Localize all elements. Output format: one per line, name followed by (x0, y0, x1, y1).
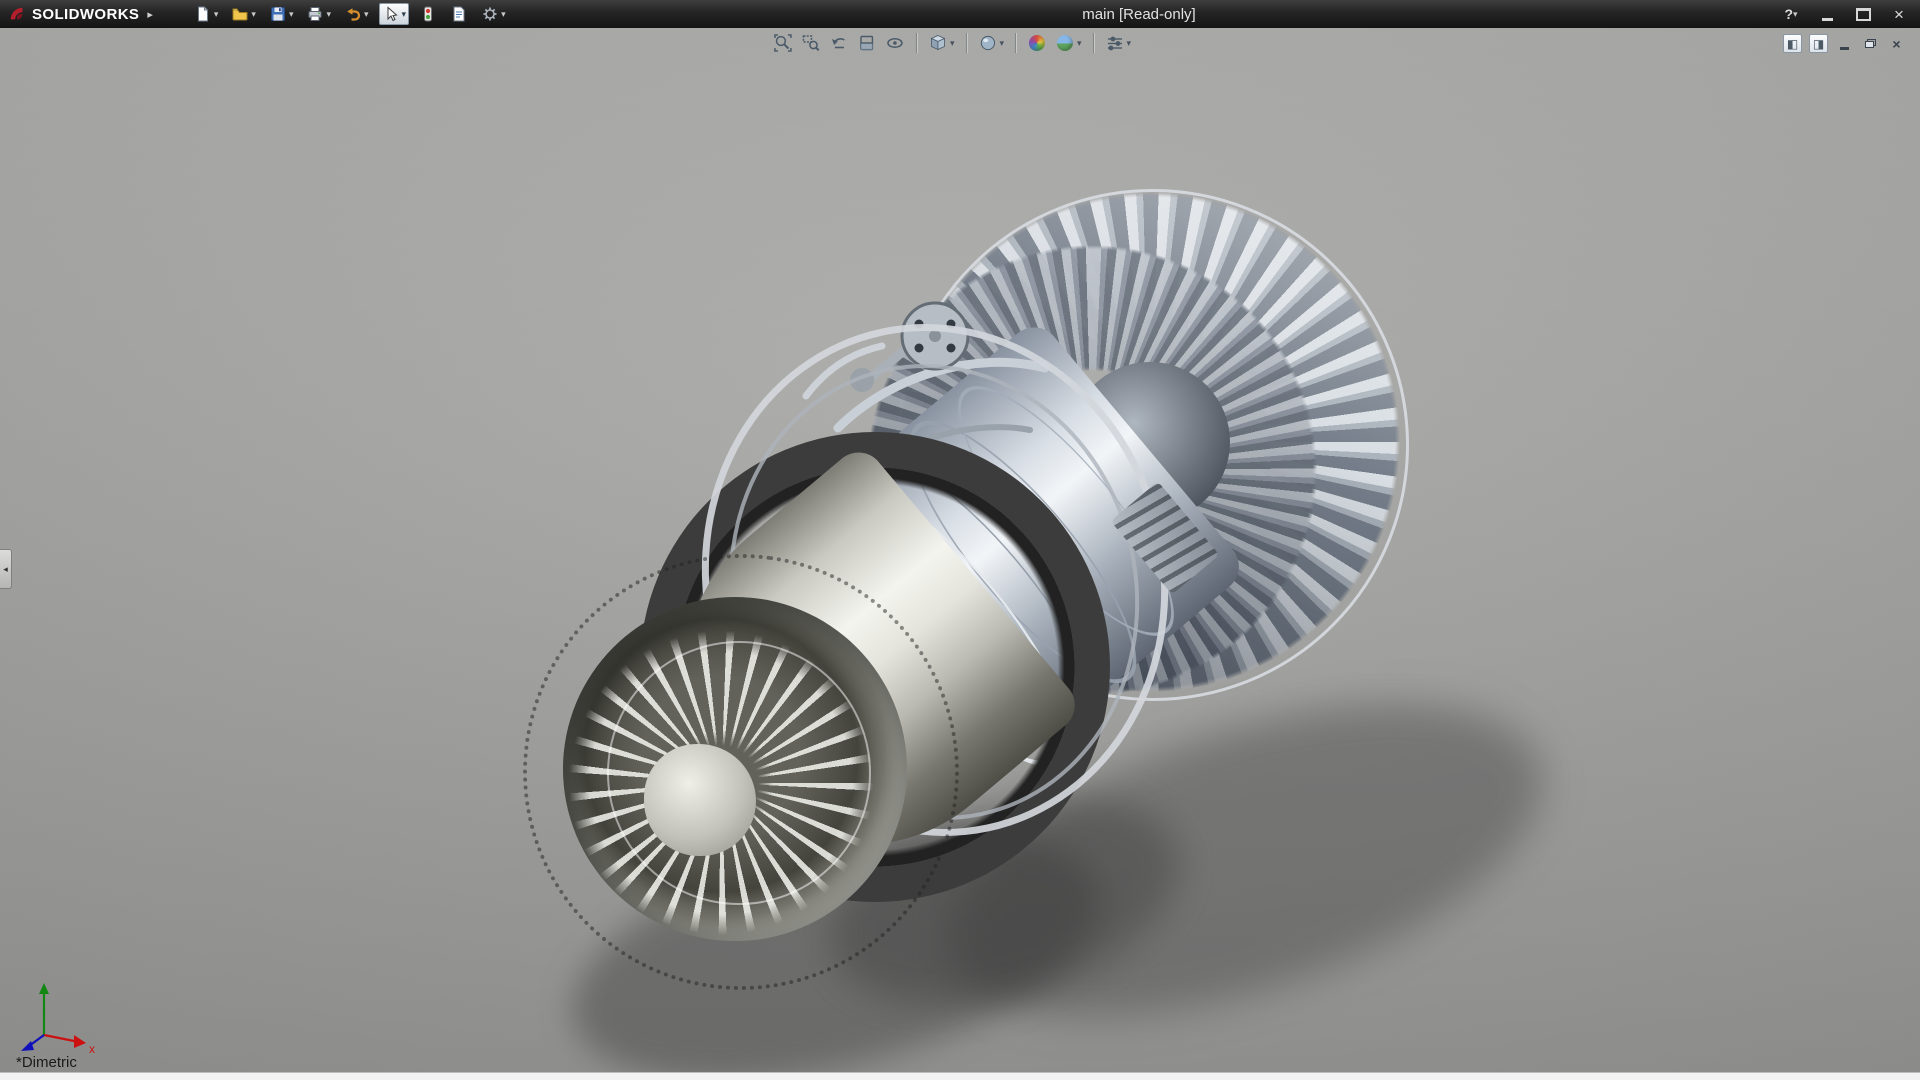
rebuild-traffic-light-icon (419, 5, 437, 23)
options-button[interactable]: ▾ (478, 3, 509, 25)
apply-scene-dropdown-arrow[interactable]: ▾ (1077, 38, 1082, 48)
save-button[interactable]: ▾ (266, 3, 297, 25)
close-button[interactable]: × (1888, 4, 1910, 24)
options-dropdown-arrow[interactable]: ▾ (501, 9, 506, 19)
view-orientation-label: *Dimetric (16, 1054, 77, 1071)
document-minimize-button[interactable] (1835, 34, 1854, 53)
x-axis-arrow (74, 1035, 86, 1048)
pane-toggle-right-button[interactable]: ◨ (1809, 34, 1828, 53)
heads-up-view-toolbar: ▾ ▾ ▾ (771, 32, 1133, 54)
undo-dropdown-arrow[interactable]: ▾ (364, 9, 369, 19)
graphics-area[interactable]: ▾ ▾ ▾ (0, 28, 1920, 1080)
open-folder-icon (231, 5, 249, 23)
print-dropdown-arrow[interactable]: ▾ (326, 9, 331, 19)
feature-manager-collapsed-tab[interactable]: ◂ (0, 549, 12, 589)
undo-button[interactable]: ▾ (341, 3, 372, 25)
file-properties-button[interactable] (447, 3, 471, 25)
view-orientation-button[interactable]: ▾ (926, 32, 957, 54)
options-gear-icon (481, 5, 499, 23)
document-restore-button[interactable] (1861, 34, 1880, 53)
print-icon (306, 5, 324, 23)
minimize-icon (1822, 18, 1833, 21)
view-orientation-dropdown-arrow[interactable]: ▾ (950, 38, 955, 48)
dassault-systemes-logo-icon (8, 5, 26, 23)
print-button[interactable]: ▾ (303, 3, 334, 25)
zoom-to-area-button[interactable] (799, 32, 823, 54)
zoom-to-fit-button[interactable] (771, 32, 795, 54)
eye-icon (885, 33, 905, 53)
pane-left-icon: ◧ (1787, 37, 1798, 51)
zoom-to-fit-icon (773, 33, 793, 53)
pane-toggle-left-button[interactable]: ◧ (1783, 34, 1802, 53)
view-settings-button[interactable]: ▾ (1103, 32, 1134, 54)
document-close-button[interactable]: × (1887, 34, 1906, 53)
solidworks-window: SOLIDWORKS ▸ ▾ ▾ (0, 0, 1920, 1080)
new-dropdown-arrow[interactable]: ▾ (214, 9, 219, 19)
select-cursor-icon (382, 5, 400, 23)
y-axis-arrow (39, 983, 49, 994)
standard-toolbar: ▾ ▾ ▾ (191, 3, 509, 25)
apply-scene-button[interactable]: ▾ (1053, 32, 1084, 54)
collapse-arrow-icon: ◂ (3, 564, 8, 575)
toolbar-separator (1093, 33, 1094, 53)
display-style-dropdown-arrow[interactable]: ▾ (999, 38, 1004, 48)
document-minimize-icon (1840, 47, 1849, 50)
x-axis-label: x (89, 1042, 95, 1056)
display-style-icon (977, 33, 997, 53)
brand-block: SOLIDWORKS (0, 5, 145, 23)
select-button[interactable]: ▾ (379, 3, 410, 25)
toolbar-separator (916, 33, 917, 53)
save-dropdown-arrow[interactable]: ▾ (289, 9, 294, 19)
display-style-button[interactable]: ▾ (975, 32, 1006, 54)
view-settings-dropdown-arrow[interactable]: ▾ (1127, 38, 1132, 48)
title-bar: SOLIDWORKS ▸ ▾ ▾ (0, 0, 1920, 28)
undo-arrow-icon (344, 5, 362, 23)
toolbar-separator (1015, 33, 1016, 53)
toolbar-separator (965, 33, 966, 53)
close-icon: × (1894, 6, 1904, 23)
window-controls: ? ▾ × (1780, 4, 1920, 24)
document-close-icon: × (1892, 37, 1900, 51)
open-dropdown-arrow[interactable]: ▾ (251, 9, 256, 19)
pane-right-icon: ◨ (1813, 37, 1824, 51)
section-view-button[interactable] (855, 32, 879, 54)
document-window-controls: ◧ ◨ × (1783, 34, 1906, 53)
hide-show-items-button[interactable] (883, 32, 907, 54)
apply-scene-icon (1057, 35, 1073, 51)
taskbar-edge (0, 1072, 1920, 1080)
brand-wordmark: SOLIDWORKS (32, 6, 139, 23)
file-properties-icon (450, 5, 468, 23)
select-dropdown-arrow[interactable]: ▾ (402, 9, 407, 19)
jet-engine-model[interactable] (0, 28, 1920, 1080)
minimize-button[interactable] (1816, 4, 1838, 24)
zoom-to-area-icon (801, 33, 821, 53)
previous-view-icon (829, 33, 849, 53)
view-orientation-cube-icon (928, 33, 948, 53)
save-floppy-icon (269, 5, 287, 23)
maximize-icon (1856, 8, 1871, 21)
new-document-icon (194, 5, 212, 23)
new-button[interactable]: ▾ (191, 3, 222, 25)
window-title: main [Read-only] (1082, 6, 1195, 23)
edit-appearance-button[interactable] (1025, 32, 1049, 54)
rebuild-button[interactable] (416, 3, 440, 25)
view-settings-sliders-icon (1105, 33, 1125, 53)
help-button[interactable]: ? ▾ (1780, 4, 1802, 24)
help-icon: ? (1784, 6, 1793, 22)
edit-appearance-ball-icon (1029, 35, 1045, 51)
menu-flyout-arrow[interactable]: ▸ (147, 8, 153, 21)
open-button[interactable]: ▾ (228, 3, 259, 25)
help-dropdown-arrow[interactable]: ▾ (1793, 9, 1798, 19)
document-restore-icon (1865, 39, 1876, 48)
section-view-icon (857, 33, 877, 53)
maximize-button[interactable] (1852, 4, 1874, 24)
previous-view-button[interactable] (827, 32, 851, 54)
